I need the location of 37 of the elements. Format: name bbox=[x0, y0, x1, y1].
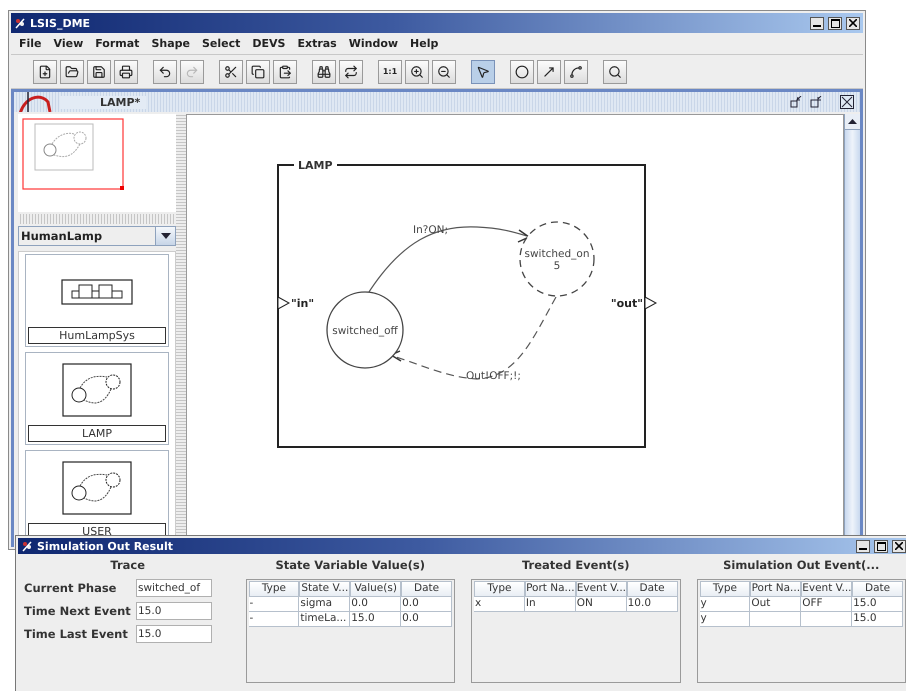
table-cell: OFF bbox=[801, 597, 852, 612]
table-cell: 15.0 bbox=[350, 612, 402, 627]
palette-item-label: HumLampSys bbox=[28, 327, 166, 344]
table-cell: 15.0 bbox=[852, 612, 903, 627]
section-heading: Simulation Out Event(... bbox=[722, 558, 880, 574]
transition-label: In?ON; bbox=[413, 224, 448, 236]
state-name: switched_on bbox=[524, 248, 590, 260]
table-cell: - bbox=[248, 597, 300, 612]
table-cell: y bbox=[700, 597, 750, 612]
state-time: 5 bbox=[554, 260, 560, 272]
table-cell: sigma bbox=[299, 597, 350, 612]
transition-label: Out!OFF;!; bbox=[466, 370, 521, 382]
table-cell: y bbox=[700, 612, 750, 627]
field-label: Time Next Event bbox=[24, 604, 132, 618]
table-cell: Out bbox=[750, 597, 802, 612]
window-title: LSIS_DME bbox=[30, 16, 92, 30]
state-name: switched_off bbox=[332, 325, 398, 337]
field-label: Time Last Event bbox=[24, 627, 129, 641]
table-cell: x bbox=[474, 597, 525, 612]
table-cell: timeLa... bbox=[299, 612, 350, 627]
section-heading: Treated Event(s) bbox=[520, 558, 631, 574]
table-cell: In bbox=[524, 597, 576, 612]
table-cell: 0.0 bbox=[401, 612, 452, 627]
port-label: "in" bbox=[291, 297, 314, 310]
palette-item-label: LAMP bbox=[28, 425, 166, 442]
table-cell: ON bbox=[576, 597, 627, 612]
table-cell: 0.0 bbox=[401, 597, 452, 612]
document-title: LAMP* bbox=[60, 96, 146, 108]
model-title: LAMP bbox=[298, 159, 333, 172]
table-cell: 15.0 bbox=[852, 597, 903, 612]
section-heading: State Variable Value(s) bbox=[274, 558, 426, 574]
port-label: "out" bbox=[610, 297, 643, 310]
table-cell: - bbox=[248, 612, 300, 627]
table-cell: 10.0 bbox=[626, 597, 678, 612]
field-label: Current Phase bbox=[24, 581, 118, 595]
section-heading: Trace bbox=[109, 558, 146, 574]
table-cell: 0.0 bbox=[350, 597, 402, 612]
